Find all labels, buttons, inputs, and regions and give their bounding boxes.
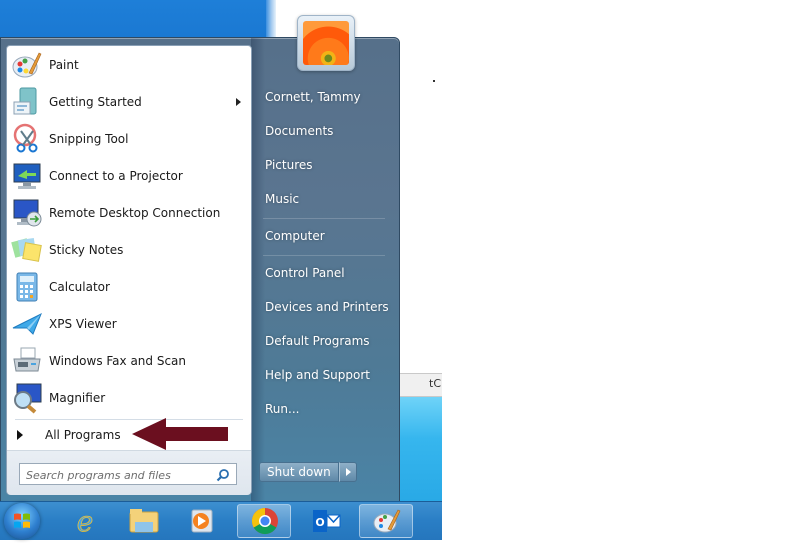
taskbar-media-player[interactable] xyxy=(176,504,230,538)
program-item-magnifier[interactable]: Magnifier xyxy=(7,380,251,416)
snipping-tool-icon xyxy=(11,123,43,155)
program-label: Snipping Tool xyxy=(49,132,129,146)
program-label: Paint xyxy=(49,58,79,72)
magnifier-icon xyxy=(11,382,43,414)
right-item-music[interactable]: Music xyxy=(265,192,299,206)
search-area xyxy=(7,450,251,495)
chrome-icon xyxy=(251,507,278,535)
annotation-arrow xyxy=(132,418,228,450)
user-name-link[interactable]: Cornett, Tammy xyxy=(265,90,361,104)
right-item-documents[interactable]: Documents xyxy=(265,124,333,138)
desktop-background xyxy=(0,0,268,40)
divider xyxy=(263,218,385,219)
windows-orb-icon[interactable] xyxy=(4,503,40,539)
calculator-icon xyxy=(11,271,43,303)
search-icon[interactable] xyxy=(216,467,230,482)
taskbar-explorer[interactable] xyxy=(117,504,171,538)
right-item-pictures[interactable]: Pictures xyxy=(265,158,313,172)
window-edge xyxy=(266,0,276,40)
annotation-arrow-shape xyxy=(132,418,228,450)
shutdown-options-button[interactable] xyxy=(338,462,357,482)
background-window-text: tC xyxy=(429,377,441,390)
internet-explorer-icon: e xyxy=(76,505,94,539)
program-label: Magnifier xyxy=(49,391,106,405)
projector-icon xyxy=(11,160,43,192)
program-item-calculator[interactable]: Calculator xyxy=(7,269,251,305)
media-player-icon xyxy=(191,509,213,533)
file-explorer-icon xyxy=(129,509,159,533)
sticky-notes-icon xyxy=(11,234,43,266)
svg-text:e: e xyxy=(77,505,94,538)
fax-scan-icon xyxy=(11,345,43,377)
all-programs-label: All Programs xyxy=(45,428,121,442)
program-label: Remote Desktop Connection xyxy=(49,206,221,220)
divider xyxy=(263,255,385,256)
shutdown-group: Shut down xyxy=(259,462,357,482)
pane-shadow xyxy=(251,38,265,502)
program-label: Windows Fax and Scan xyxy=(49,354,187,368)
program-label: Calculator xyxy=(49,280,110,294)
background-document xyxy=(442,0,800,539)
search-input[interactable] xyxy=(20,466,216,485)
taskbar-chrome[interactable] xyxy=(237,504,291,538)
xps-viewer-icon xyxy=(11,308,43,340)
taskbar-internet-explorer[interactable]: e xyxy=(58,504,112,539)
paint-icon xyxy=(373,509,401,533)
taskbar-paint[interactable] xyxy=(359,504,413,538)
right-item-run[interactable]: Run... xyxy=(265,402,299,416)
program-item-remote-desktop[interactable]: Remote Desktop Connection xyxy=(7,195,251,231)
user-picture[interactable] xyxy=(297,15,355,71)
shutdown-button[interactable]: Shut down xyxy=(259,462,339,482)
right-item-default-programs[interactable]: Default Programs xyxy=(265,334,370,348)
program-label: Connect to a Projector xyxy=(49,169,183,183)
program-item-fax-scan[interactable]: Windows Fax and Scan xyxy=(7,343,251,379)
program-item-projector[interactable]: Connect to a Projector xyxy=(7,158,251,194)
program-item-snipping-tool[interactable]: Snipping Tool xyxy=(7,121,251,157)
flower-avatar-icon xyxy=(303,21,349,65)
right-item-control-panel[interactable]: Control Panel xyxy=(265,266,345,280)
background-window xyxy=(396,397,442,501)
search-box[interactable] xyxy=(19,463,237,485)
document-dot xyxy=(433,80,435,82)
expand-arrow-icon xyxy=(17,430,23,440)
program-item-getting-started[interactable]: Getting Started xyxy=(7,84,251,120)
taskbar-outlook[interactable]: O xyxy=(299,504,353,538)
outlook-icon: O xyxy=(313,510,341,532)
svg-text:O: O xyxy=(315,516,324,529)
background-window-bar: tC xyxy=(396,373,442,397)
right-item-devices-printers[interactable]: Devices and Printers xyxy=(265,300,389,314)
right-item-computer[interactable]: Computer xyxy=(265,229,325,243)
program-label: Sticky Notes xyxy=(49,243,124,257)
taskbar: e O xyxy=(0,501,442,540)
program-item-sticky-notes[interactable]: Sticky Notes xyxy=(7,232,251,268)
paint-icon xyxy=(11,49,43,81)
right-item-help-support[interactable]: Help and Support xyxy=(265,368,370,382)
getting-started-icon xyxy=(11,86,43,118)
program-label: Getting Started xyxy=(49,95,142,109)
program-item-paint[interactable]: Paint xyxy=(7,47,251,83)
remote-desktop-icon xyxy=(11,197,43,229)
submenu-arrow-icon[interactable] xyxy=(236,98,241,106)
program-item-xps-viewer[interactable]: XPS Viewer xyxy=(7,306,251,342)
program-label: XPS Viewer xyxy=(49,317,117,331)
